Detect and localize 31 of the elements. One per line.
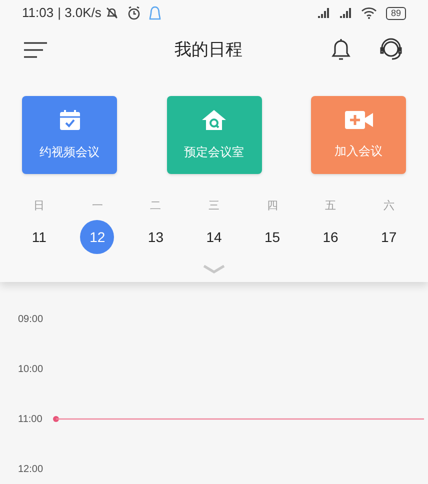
- time-label: 09:00: [18, 312, 44, 326]
- calendar-date[interactable]: 13: [138, 220, 173, 254]
- calendar-date[interactable]: 17: [372, 220, 406, 254]
- calendar-date[interactable]: 14: [196, 220, 231, 254]
- weekday-label: 日: [34, 199, 45, 214]
- menu-icon[interactable]: [24, 41, 48, 59]
- weekday-label: 五: [325, 199, 336, 214]
- house-search-icon: [201, 109, 227, 131]
- time-label: 12:00: [18, 462, 44, 476]
- calendar-date[interactable]: 12: [80, 220, 114, 254]
- bell-icon[interactable]: [329, 37, 353, 63]
- page-title: 我的日程: [174, 39, 242, 62]
- status-time: 11:03: [22, 4, 54, 22]
- calendar-date[interactable]: 16: [314, 220, 348, 254]
- time-label: 11:00: [18, 412, 44, 426]
- weekday-label: 四: [266, 199, 278, 214]
- notification-off-icon: [105, 6, 120, 20]
- video-camera-plus-icon: [344, 110, 374, 130]
- weekday-label: 六: [383, 198, 394, 214]
- battery-indicator: 89: [386, 6, 406, 20]
- alarm-clock-icon: [127, 6, 142, 20]
- calendar-check-icon: [58, 109, 80, 131]
- calendar-date[interactable]: 11: [22, 220, 56, 254]
- weekday-label: 一: [92, 199, 103, 214]
- wifi-icon: [360, 6, 378, 20]
- calendar-date[interactable]: 15: [255, 220, 290, 254]
- network-speed: | 3.0K/s: [58, 4, 102, 22]
- action-tile[interactable]: 约视频会议: [22, 96, 117, 174]
- time-label: 10:00: [18, 362, 44, 376]
- weekday-label: 二: [150, 199, 162, 214]
- weekday-label: 三: [208, 199, 220, 214]
